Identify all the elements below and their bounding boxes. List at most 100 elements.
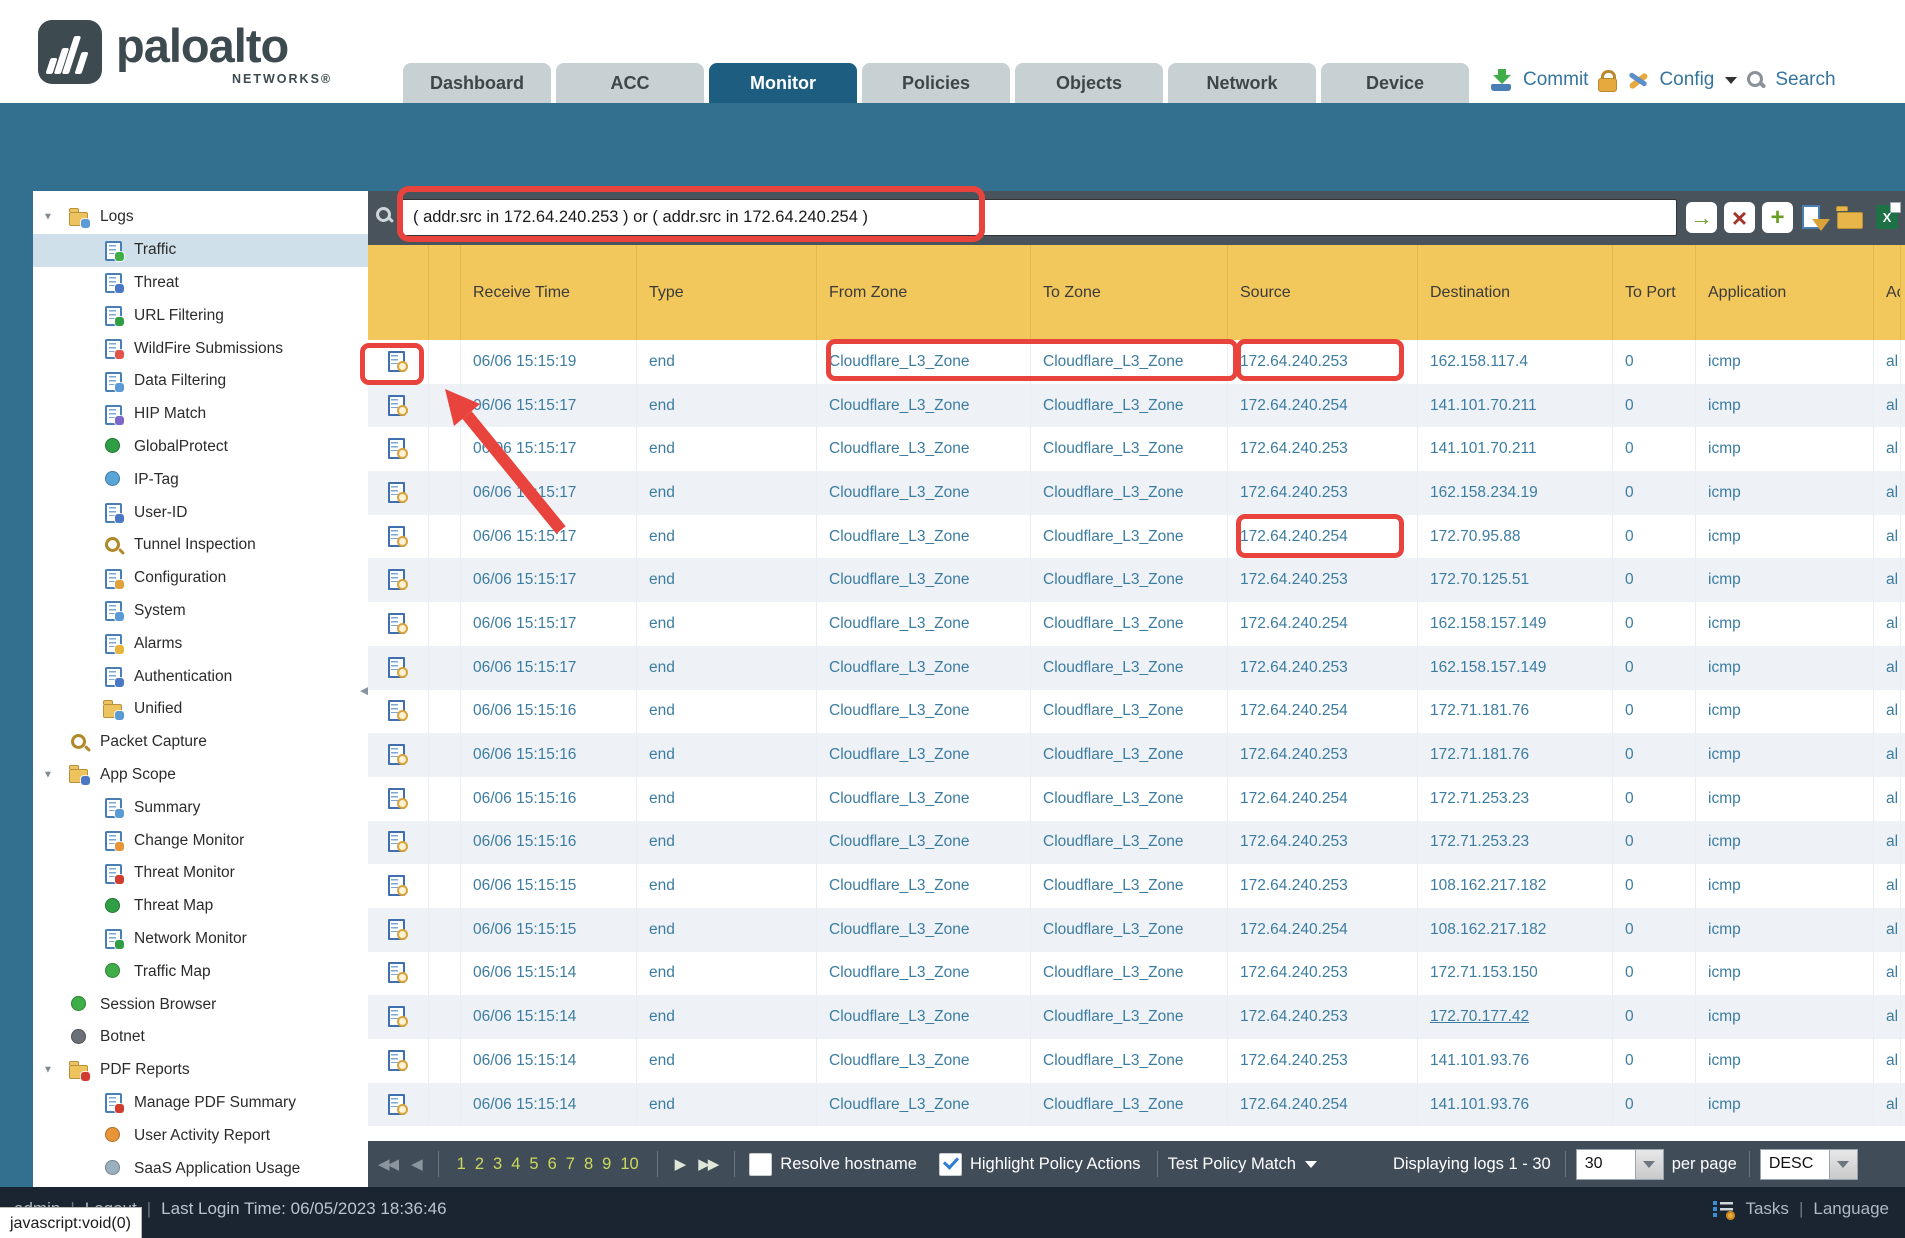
- column-header-to-port[interactable]: To Port: [1613, 245, 1696, 340]
- sidebar-item-change-monitor[interactable]: Change Monitor: [33, 824, 368, 857]
- sidebar-item-data-filtering[interactable]: Data Filtering: [33, 365, 368, 398]
- page-number[interactable]: 8: [584, 1155, 593, 1174]
- filter-builder-icon[interactable]: [1800, 203, 1830, 233]
- column-header-application[interactable]: Application: [1696, 245, 1874, 340]
- add-filter-button[interactable]: [1762, 202, 1793, 233]
- sidebar-item-saas-application-usage[interactable]: SaaS Application Usage: [33, 1152, 368, 1185]
- resolve-hostname-checkbox[interactable]: [749, 1153, 772, 1176]
- per-page-select[interactable]: 30: [1576, 1149, 1664, 1180]
- log-filter-input[interactable]: [400, 199, 1677, 236]
- log-detail-icon[interactable]: [387, 744, 409, 766]
- sidebar-item-app-scope[interactable]: App Scope: [33, 759, 368, 792]
- sidebar-item-wildfire-submissions[interactable]: WildFire Submissions: [33, 332, 368, 365]
- sidebar-item-packet-capture[interactable]: Packet Capture: [33, 726, 368, 759]
- page-number[interactable]: 3: [493, 1155, 502, 1174]
- page-number[interactable]: 10: [620, 1155, 638, 1174]
- log-detail-icon[interactable]: [387, 788, 409, 810]
- tab-network[interactable]: Network: [1168, 63, 1316, 103]
- column-header-receive-time[interactable]: Receive Time: [461, 245, 637, 340]
- tab-monitor[interactable]: Monitor: [709, 63, 857, 103]
- commit-button[interactable]: Commit: [1523, 69, 1588, 91]
- last-page-button[interactable]: [698, 1155, 717, 1173]
- column-header-action[interactable]: Ac: [1874, 245, 1901, 340]
- sidebar-item-alarms[interactable]: Alarms: [33, 627, 368, 660]
- page-number[interactable]: 4: [511, 1155, 520, 1174]
- log-detail-icon[interactable]: [387, 438, 409, 460]
- log-detail-icon[interactable]: [387, 526, 409, 548]
- log-detail-icon[interactable]: [387, 875, 409, 897]
- per-page-caret-icon[interactable]: [1635, 1150, 1663, 1179]
- sidebar-item-botnet[interactable]: Botnet: [33, 1021, 368, 1054]
- clear-filter-button[interactable]: [1724, 202, 1755, 233]
- sidebar-item-threat[interactable]: Threat: [33, 267, 368, 300]
- sidebar-item-system[interactable]: System: [33, 595, 368, 628]
- sidebar-item-traffic-map[interactable]: Traffic Map: [33, 955, 368, 988]
- sidebar-item-traffic[interactable]: Traffic: [33, 234, 368, 267]
- sidebar-item-unified[interactable]: Unified: [33, 693, 368, 726]
- first-page-button[interactable]: [378, 1155, 397, 1173]
- sidebar-item-tunnel-inspection[interactable]: Tunnel Inspection: [33, 529, 368, 562]
- expand-caret-icon[interactable]: [43, 1065, 53, 1076]
- log-detail-icon[interactable]: [387, 962, 409, 984]
- sidebar-item-threat-map[interactable]: Threat Map: [33, 890, 368, 923]
- sidebar-item-url-filtering[interactable]: URL Filtering: [33, 299, 368, 332]
- export-csv-icon[interactable]: [1874, 203, 1904, 233]
- sidebar-item-network-monitor[interactable]: Network Monitor: [33, 923, 368, 956]
- column-header-to-zone[interactable]: To Zone: [1031, 245, 1228, 340]
- tab-objects[interactable]: Objects: [1015, 63, 1163, 103]
- log-detail-icon[interactable]: [387, 919, 409, 941]
- tab-device[interactable]: Device: [1321, 63, 1469, 103]
- tab-policies[interactable]: Policies: [862, 63, 1010, 103]
- config-button[interactable]: Config: [1659, 69, 1714, 91]
- cell-text[interactable]: 172.70.177.42: [1430, 1008, 1529, 1026]
- column-header-type[interactable]: Type: [637, 245, 817, 340]
- sidebar-item-authentication[interactable]: Authentication: [33, 660, 368, 693]
- highlight-policy-checkbox[interactable]: [939, 1153, 962, 1176]
- log-detail-icon[interactable]: [387, 1050, 409, 1072]
- page-number[interactable]: 5: [529, 1155, 538, 1174]
- lock-icon[interactable]: [1597, 69, 1617, 91]
- expand-caret-icon[interactable]: [43, 212, 53, 223]
- sidebar-item-ip-tag[interactable]: IP-Tag: [33, 463, 368, 496]
- load-filter-folder-icon[interactable]: [1836, 203, 1866, 233]
- search-button[interactable]: Search: [1775, 69, 1835, 91]
- log-detail-icon[interactable]: [387, 613, 409, 635]
- tab-dashboard[interactable]: Dashboard: [403, 63, 551, 103]
- tab-acc[interactable]: ACC: [556, 63, 704, 103]
- expand-caret-icon[interactable]: [43, 769, 53, 780]
- page-number[interactable]: 9: [602, 1155, 611, 1174]
- column-header-blank-0[interactable]: [368, 245, 429, 340]
- sidebar-item-threat-monitor[interactable]: Threat Monitor: [33, 857, 368, 890]
- tasks-button[interactable]: Tasks: [1745, 1199, 1788, 1219]
- sidebar-item-logs[interactable]: Logs: [33, 201, 368, 234]
- log-detail-icon[interactable]: [387, 1094, 409, 1116]
- sidebar-item-user-id[interactable]: User-ID: [33, 496, 368, 529]
- column-header-source[interactable]: Source: [1228, 245, 1418, 340]
- column-header-blank-1[interactable]: [429, 245, 461, 340]
- sidebar-item-configuration[interactable]: Configuration: [33, 562, 368, 595]
- log-detail-icon[interactable]: [387, 700, 409, 722]
- log-detail-icon[interactable]: [387, 569, 409, 591]
- log-detail-icon[interactable]: [387, 395, 409, 417]
- column-header-destination[interactable]: Destination: [1418, 245, 1613, 340]
- sort-order-select[interactable]: DESC: [1760, 1149, 1858, 1180]
- log-detail-icon[interactable]: [387, 831, 409, 853]
- language-button[interactable]: Language: [1813, 1199, 1889, 1219]
- sidebar-item-user-activity-report[interactable]: User Activity Report: [33, 1119, 368, 1152]
- sidebar-item-hip-match[interactable]: HIP Match: [33, 398, 368, 431]
- column-header-from-zone[interactable]: From Zone: [817, 245, 1031, 340]
- apply-filter-button[interactable]: [1686, 202, 1717, 233]
- prev-page-button[interactable]: [411, 1155, 421, 1173]
- sidebar-item-summary[interactable]: Summary: [33, 791, 368, 824]
- next-page-button[interactable]: [675, 1155, 685, 1173]
- sidebar-item-globalprotect[interactable]: GlobalProtect: [33, 431, 368, 464]
- log-detail-icon[interactable]: [387, 1006, 409, 1028]
- sidebar-item-pdf-reports[interactable]: PDF Reports: [33, 1054, 368, 1087]
- sidebar-item-session-browser[interactable]: Session Browser: [33, 988, 368, 1021]
- log-detail-icon[interactable]: [387, 482, 409, 504]
- page-number[interactable]: 7: [566, 1155, 575, 1174]
- page-number[interactable]: 2: [475, 1155, 484, 1174]
- log-detail-icon[interactable]: [387, 351, 409, 373]
- page-number[interactable]: 6: [548, 1155, 557, 1174]
- log-detail-icon[interactable]: [387, 657, 409, 679]
